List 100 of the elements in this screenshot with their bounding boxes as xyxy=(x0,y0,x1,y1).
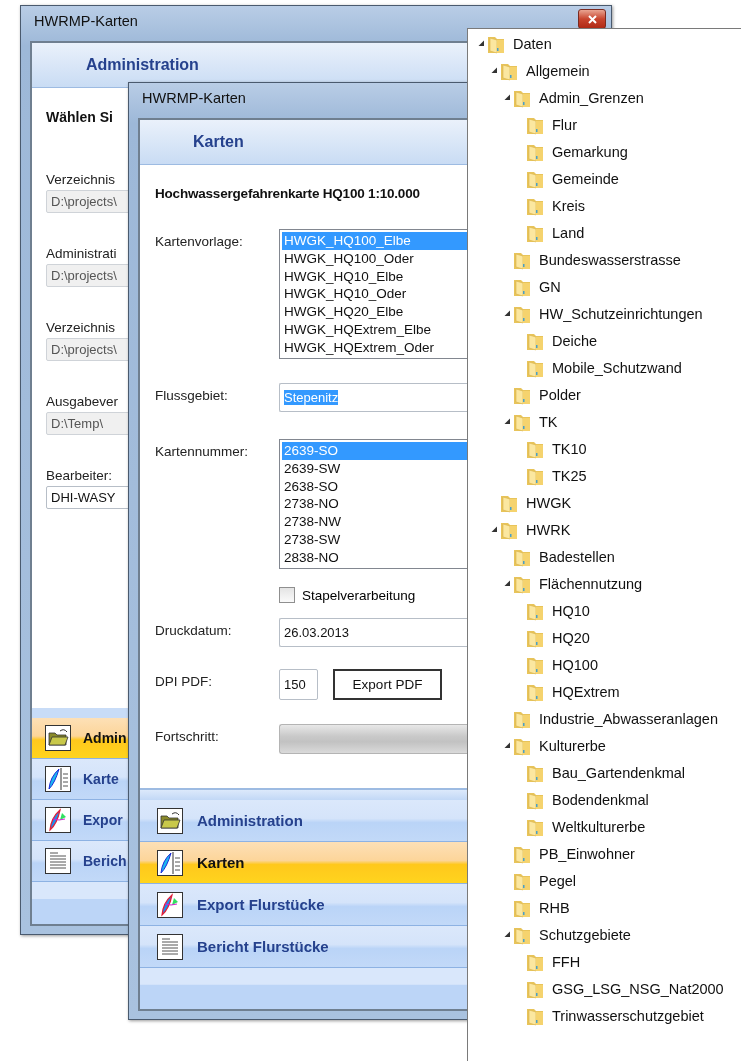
nav-item[interactable]: Karten xyxy=(140,842,470,884)
tree-item[interactable]: Kulturerbe xyxy=(537,737,606,754)
document-icon xyxy=(45,848,71,874)
window-title: HWRMP-Karten xyxy=(34,13,138,29)
export-button[interactable]: Export PDF xyxy=(333,669,442,700)
tree-item[interactable]: Deiche xyxy=(550,332,598,349)
collapse-arrow-icon[interactable] xyxy=(503,580,511,587)
tree-item[interactable]: Gemarkung xyxy=(550,143,628,160)
tree-item[interactable]: Gemeinde xyxy=(550,170,619,187)
checkbox[interactable] xyxy=(279,587,295,603)
list-item[interactable]: 2638-SO xyxy=(282,477,470,496)
collapse-arrow-icon[interactable] xyxy=(503,742,511,749)
tree-item[interactable]: HQ100 xyxy=(550,656,598,673)
tree-item[interactable]: TK xyxy=(537,413,558,430)
nav-item[interactable]: Karte xyxy=(32,759,130,800)
input-field[interactable]: DHI-WASY xyxy=(46,486,130,509)
tree-item[interactable]: Trinwasserschutzgebiet xyxy=(550,1007,704,1024)
nav-item[interactable]: Bericht Flurstücke xyxy=(140,926,470,968)
field-label: Verzeichnis xyxy=(46,172,117,187)
field-label: Flussgebiet: xyxy=(155,387,229,403)
tree-item[interactable]: Industrie_Abwasseranlagen xyxy=(537,710,718,727)
open-folder-icon xyxy=(157,807,183,834)
colored-quill-icon xyxy=(157,891,183,918)
nav-item[interactable]: Export Flurstücke xyxy=(140,884,470,926)
tree-item[interactable]: RHB xyxy=(537,899,570,916)
tree-item[interactable]: Allgemein xyxy=(524,62,590,79)
field-value: Stepenitz xyxy=(284,390,339,405)
tree-item[interactable]: Bundeswasserstrasse xyxy=(537,251,681,268)
tree-item[interactable]: Admin_Grenzen xyxy=(537,89,644,106)
tree-item[interactable]: Mobile_Schutzwand xyxy=(550,359,682,376)
collapse-arrow-icon[interactable] xyxy=(490,67,498,74)
collapse-arrow-icon[interactable] xyxy=(477,40,485,47)
tree-item[interactable]: HWGK xyxy=(524,494,572,511)
document-icon xyxy=(157,933,183,960)
tree-item[interactable]: Flächennutzung xyxy=(537,575,643,592)
tree-item[interactable]: Badestellen xyxy=(537,548,615,565)
tree-item[interactable]: Kreis xyxy=(550,197,586,214)
checkbox-label: Stapelverarbeitung xyxy=(302,587,416,603)
tree-item[interactable]: FFH xyxy=(550,953,581,970)
map-title: Hochwassergefahrenkarte HQ100 1:10.000 xyxy=(155,186,421,202)
collapse-arrow-icon[interactable] xyxy=(503,418,511,425)
tree-item[interactable]: Weltkulturerbe xyxy=(550,818,646,835)
field-label: Ausgabever xyxy=(46,394,120,409)
colored-quill-icon xyxy=(45,807,71,833)
tree-item[interactable]: Polder xyxy=(537,386,581,403)
tree-item[interactable]: GN xyxy=(537,278,561,295)
nav-item[interactable]: Berich xyxy=(32,841,130,882)
collapse-arrow-icon[interactable] xyxy=(503,94,511,101)
close-icon xyxy=(587,14,597,24)
list-item[interactable]: HWGK_HQExtrem_Oder xyxy=(282,338,470,357)
tree-item[interactable]: Flur xyxy=(550,116,577,133)
quill-page-icon xyxy=(157,849,183,876)
list-item[interactable]: HWGK_HQ10_Elbe xyxy=(282,267,470,286)
tree-item[interactable]: HQ20 xyxy=(550,629,590,646)
tree-item[interactable]: TK25 xyxy=(550,467,587,484)
nav-item[interactable]: Expor xyxy=(32,800,130,841)
list-item[interactable]: HWGK_HQExtrem_Elbe xyxy=(282,321,470,339)
collapse-arrow-icon[interactable] xyxy=(503,310,511,317)
field-label: DPI PDF: xyxy=(155,673,213,689)
tree-item[interactable]: HW_Schutzeinrichtungen xyxy=(537,305,703,322)
date-field[interactable]: 26.03.2013 xyxy=(279,618,470,647)
field-label: Kartennummer: xyxy=(155,443,250,459)
field-label: Fortschritt: xyxy=(155,728,220,744)
collapse-arrow-icon[interactable] xyxy=(490,526,498,533)
section-header: Karten xyxy=(193,133,244,151)
tree-item[interactable]: Pegel xyxy=(537,872,577,889)
list-item[interactable]: HWGK_HQ10_Oder xyxy=(282,285,470,304)
list-item[interactable]: 2738-NW xyxy=(282,513,470,531)
tree-item[interactable]: HQ10 xyxy=(550,602,590,619)
field-label: Druckdatum: xyxy=(155,622,233,638)
field-label: Kartenvorlage: xyxy=(155,233,244,249)
nav-item[interactable]: Administration xyxy=(140,800,470,842)
nav-item[interactable]: Admin xyxy=(32,718,130,759)
tree-item[interactable]: Bau_Gartendenkmal xyxy=(550,764,685,781)
list-item[interactable]: 2738-NO xyxy=(282,495,470,514)
tree-item[interactable]: GSG_LSG_NSG_Nat2000 xyxy=(550,980,724,997)
section-heading: Wählen Si xyxy=(46,109,114,125)
tree-item[interactable]: Bodendenkmal xyxy=(550,791,649,808)
input-field[interactable]: 150 xyxy=(279,669,318,700)
tree-item[interactable]: TK10 xyxy=(550,440,587,457)
tree-item[interactable]: Land xyxy=(550,224,585,241)
list-item[interactable]: 2639-SW xyxy=(282,459,470,478)
open-folder-icon xyxy=(45,725,71,751)
list-item[interactable]: HWGK_HQ100_Oder xyxy=(282,249,470,268)
list-item[interactable]: 2738-SW xyxy=(282,531,470,549)
field-label: Bearbeiter: xyxy=(46,468,114,483)
tree-item[interactable]: Schutzgebiete xyxy=(537,926,631,943)
list-item[interactable]: HWGK_HQ20_Elbe xyxy=(282,303,470,321)
close-button[interactable] xyxy=(578,9,606,29)
quill-page-icon xyxy=(45,766,71,792)
field-label: Verzeichnis xyxy=(46,320,117,335)
tree-item[interactable]: HWRK xyxy=(524,521,571,538)
tree-item[interactable]: PB_Einwohner xyxy=(537,845,635,862)
section-header: Administration xyxy=(86,56,199,74)
collapse-arrow-icon[interactable] xyxy=(503,931,511,938)
window-title: HWRMP-Karten xyxy=(142,90,246,106)
list-item[interactable]: 2838-NO xyxy=(282,548,470,567)
tree-item[interactable]: HQExtrem xyxy=(550,683,620,700)
tree-item[interactable]: Daten xyxy=(511,35,552,52)
field-label: Administrati xyxy=(46,246,118,261)
